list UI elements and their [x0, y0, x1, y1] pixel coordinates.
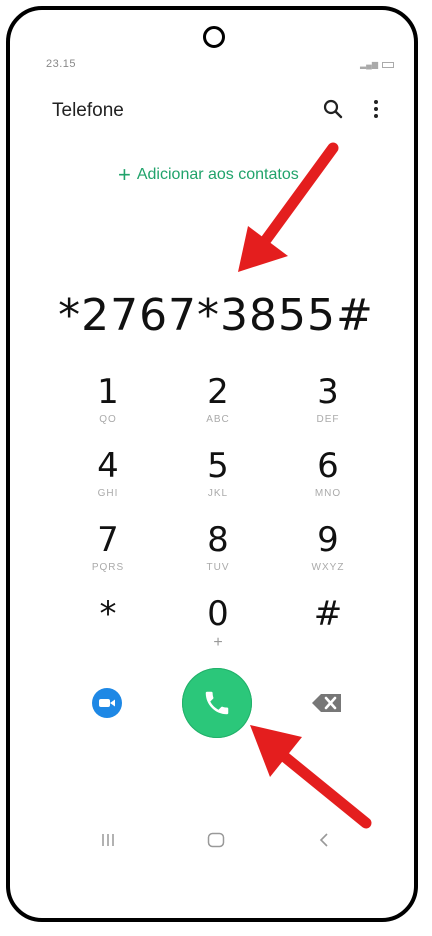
key-digit: 0 [207, 594, 229, 634]
key-digit: 4 [97, 446, 119, 486]
battery-icon [382, 61, 394, 68]
dialer-actions [0, 668, 432, 740]
app-title: Telefone [52, 100, 124, 121]
more-vert-icon[interactable] [363, 96, 389, 122]
key-digit: 3 [317, 372, 339, 412]
call-button[interactable] [182, 668, 252, 738]
key-letters: PQRS [91, 562, 125, 573]
key-digit: 2 [207, 372, 229, 412]
key-7[interactable]: 7 PQRS [53, 520, 163, 594]
key-8[interactable]: 8 TUV [163, 520, 273, 594]
status-icons: ▂▄▆ [360, 60, 394, 69]
key-digit: 5 [207, 446, 229, 486]
phone-icon [205, 691, 229, 715]
key-digit: 9 [317, 520, 339, 560]
key-letters: TUV [206, 562, 230, 573]
key-letters: JKL [207, 488, 229, 499]
key-letters: + [213, 634, 223, 651]
search-icon[interactable] [320, 96, 346, 122]
key-hash[interactable]: # [273, 594, 383, 668]
video-call-icon[interactable] [92, 688, 122, 718]
front-camera [203, 26, 225, 48]
key-letters: GHI [97, 488, 119, 499]
key-letters: ABC [206, 414, 230, 425]
key-1[interactable]: 1 QO [53, 372, 163, 446]
key-6[interactable]: 6 MNO [273, 446, 383, 520]
add-to-contacts-link[interactable]: + Adicionar aos contatos [118, 162, 299, 187]
recent-apps-icon[interactable] [96, 830, 120, 850]
key-5[interactable]: 5 JKL [163, 446, 273, 520]
keypad: 1 QO 2 ABC 3 DEF 4 GHI 5 JKL 6 MNO 7 PQRS 8 TUV … [53, 372, 383, 668]
key-star[interactable]: * [53, 594, 163, 668]
signal-icon: ▂▄▆ [360, 60, 378, 69]
key-letters: QO [99, 414, 117, 425]
key-digit: 6 [317, 446, 339, 486]
home-icon[interactable] [204, 830, 228, 850]
status-time: 23.15 [46, 58, 77, 70]
key-9[interactable]: 9 WXYZ [273, 520, 383, 594]
key-letters: WXYZ [311, 562, 345, 573]
key-letters: MNO [314, 488, 342, 499]
key-digit: # [313, 594, 343, 634]
key-letters: DEF [316, 414, 340, 425]
key-digit: 7 [97, 520, 119, 560]
key-0[interactable]: 0 + [163, 594, 273, 668]
key-2[interactable]: 2 ABC [163, 372, 273, 446]
backspace-icon[interactable] [310, 692, 344, 714]
plus-icon: + [118, 162, 131, 187]
key-3[interactable]: 3 DEF [273, 372, 383, 446]
key-digit: 8 [207, 520, 229, 560]
system-nav-bar [0, 820, 432, 860]
key-digit: * [99, 594, 117, 634]
back-icon[interactable] [312, 830, 336, 850]
add-to-contacts-label: Adicionar aos contatos [136, 166, 299, 183]
key-4[interactable]: 4 GHI [53, 446, 163, 520]
key-digit: 1 [97, 372, 119, 412]
dialed-number: *2767*3855# [58, 290, 374, 341]
